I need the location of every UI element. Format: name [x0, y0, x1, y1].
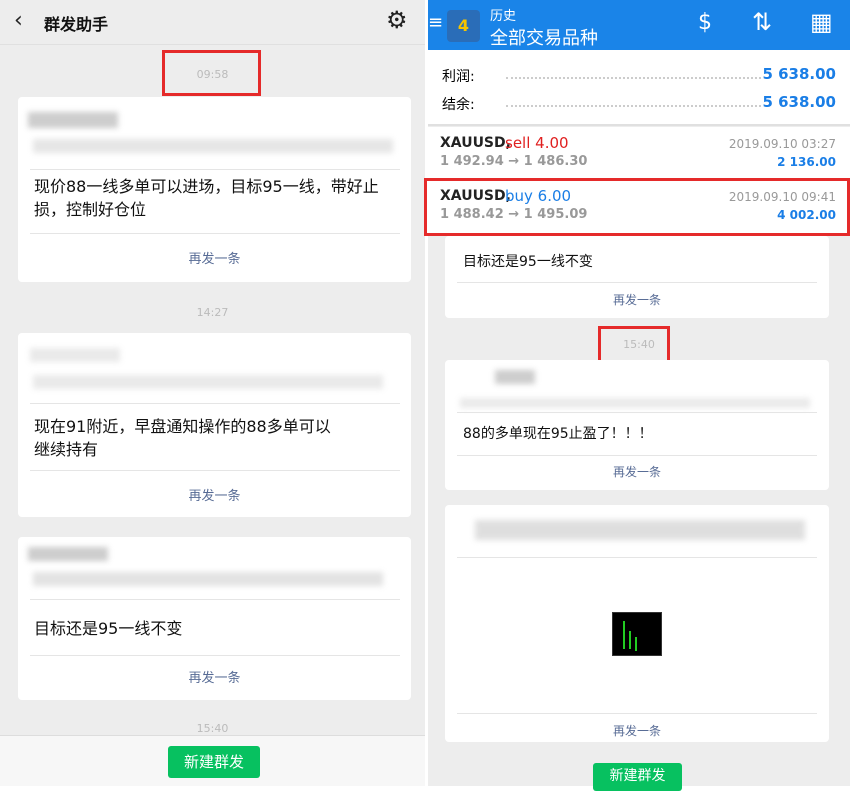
profit-label: 利润: [442, 69, 475, 85]
gear-icon[interactable]: ⚙ [386, 6, 408, 34]
app-subtitle: 历史 [490, 9, 517, 24]
right-screen: ≡ 4 历史 全部交易品种 $ ⇅ ▦ 利润: 5 638.00 结余: 5 6… [424, 0, 850, 791]
new-broadcast-button[interactable]: 新建群发 [168, 746, 260, 778]
trade-prices: 1 492.94 → 1 486.30 [440, 154, 588, 169]
message-card: 现在91附近，早盘通知操作的88多单可以继续持有 再发一条 [18, 333, 411, 517]
app-bar: ≡ 4 历史 全部交易品种 $ ⇅ ▦ [428, 0, 850, 50]
timestamp: 14:27 [196, 306, 229, 319]
trade-row[interactable]: XAUUSD, sell 4.00 1 492.94 → 1 486.30 20… [428, 127, 850, 180]
trade-date: 2019.09.10 03:27 [728, 137, 836, 151]
profit-value: 5 638.00 [762, 65, 836, 83]
currency-exchange-icon[interactable]: $ [698, 10, 712, 35]
message-card: 再发一条 [445, 505, 829, 742]
resend-link[interactable]: 再发一条 [445, 291, 829, 308]
resend-link[interactable]: 再发一条 [445, 722, 829, 739]
resend-link[interactable]: 再发一条 [445, 463, 829, 480]
summary: 利润: 5 638.00 结余: 5 638.00 [428, 50, 850, 126]
message-card: 目标还是95一线不变 再发一条 [445, 236, 829, 318]
message-text: 目标还是95一线不变 [34, 619, 183, 638]
bottom-bar: 新建群发 [0, 735, 425, 786]
back-icon[interactable]: ‹ [14, 8, 23, 33]
new-broadcast-button[interactable]: 新建群发 [593, 763, 682, 791]
sort-icon[interactable]: ⇅ [752, 8, 772, 36]
chart-image-thumbnail[interactable] [612, 612, 662, 656]
message-text: 现在91附近，早盘通知操作的88多单可以继续持有 [34, 417, 331, 459]
app-title: 全部交易品种 [490, 28, 598, 49]
message-card: 88的多单现在95止盈了！！！ 再发一条 [445, 360, 829, 490]
message-card: 目标还是95一线不变 再发一条 [18, 537, 411, 700]
message-text: 现价88一线多单可以进场，目标95一线，带好止损，控制好仓位 [34, 177, 379, 219]
resend-link[interactable]: 再发一条 [18, 248, 411, 267]
page-title: 群发助手 [44, 15, 109, 34]
trade-profit: 2 136.00 [777, 155, 836, 169]
left-screen: ‹ 群发助手 ⚙ 09:58 现价88一线多单可以进场，目标95一线，带好止损，… [0, 0, 425, 786]
message-card: 现价88一线多单可以进场，目标95一线，带好止损，控制好仓位 再发一条 [18, 97, 411, 282]
highlight-box [162, 50, 261, 96]
timestamp: 15:40 [196, 722, 229, 735]
message-text: 88的多单现在95止盈了！！！ [463, 426, 653, 442]
trade-action: sell 4.00 [505, 134, 569, 152]
balance-label: 结余: [442, 97, 475, 113]
message-text: 目标还是95一线不变 [463, 254, 593, 270]
resend-link[interactable]: 再发一条 [18, 667, 411, 686]
header: ‹ 群发助手 ⚙ [0, 0, 425, 45]
balance-value: 5 638.00 [762, 93, 836, 111]
app-logo-icon: 4 [447, 10, 480, 42]
resend-link[interactable]: 再发一条 [18, 485, 411, 504]
calendar-icon[interactable]: ▦ [810, 8, 833, 36]
highlight-box [424, 178, 850, 236]
trade-symbol: XAUUSD, [440, 135, 511, 151]
menu-icon[interactable]: ≡ [428, 12, 443, 33]
